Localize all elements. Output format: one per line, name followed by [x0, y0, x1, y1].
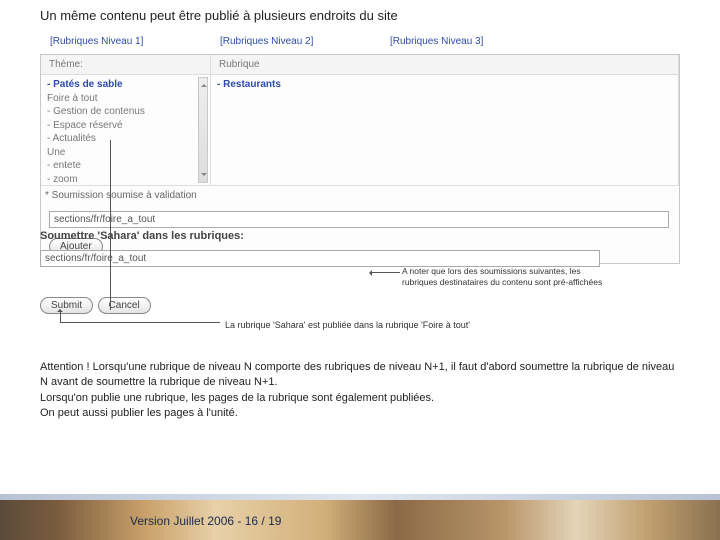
arrow-horizontal	[60, 322, 220, 323]
submit-button[interactable]: Submit	[40, 297, 93, 314]
listbox-level-2[interactable]: - Restaurants	[211, 75, 679, 185]
panel-header: Thème: Rubrique	[41, 55, 679, 75]
slide-title: Un même contenu peut être publié à plusi…	[0, 0, 720, 23]
list-item[interactable]: Une	[47, 146, 204, 160]
listbox-level-1[interactable]: - Patés de sable Foire à tout - Gestion …	[41, 75, 211, 185]
arrow-vertical	[110, 140, 111, 310]
col-header-3: [Rubriques Niveau 3]	[390, 36, 560, 47]
attention-line-3: On peut aussi publier les pages à l'unit…	[40, 406, 680, 421]
col-header-2: [Rubriques Niveau 2]	[220, 36, 390, 47]
lists-row: - Patés de sable Foire à tout - Gestion …	[41, 75, 679, 185]
scrollbar[interactable]	[198, 77, 208, 183]
list-item[interactable]: - Gestion de contenus	[47, 105, 204, 119]
footer-image	[0, 494, 720, 540]
list-item[interactable]: - Restaurants	[217, 78, 672, 92]
attention-block: Attention ! Lorsqu'une rubrique de nivea…	[40, 360, 680, 422]
arrow-up-tip	[60, 310, 61, 322]
version-label: Version Juillet 2006 - 16 / 19	[130, 514, 281, 528]
list-item[interactable]: Foire à tout	[47, 92, 204, 106]
column-headers: [Rubriques Niveau 1] [Rubriques Niveau 2…	[50, 36, 680, 47]
list-item[interactable]: - entete	[47, 159, 204, 173]
list-item[interactable]: - Actualités	[47, 132, 204, 146]
list-item[interactable]: - zoom	[47, 173, 204, 186]
attention-line-1: Attention ! Lorsqu'une rubrique de nivea…	[40, 360, 680, 391]
cancel-button[interactable]: Cancel	[98, 297, 151, 314]
path-input-row	[49, 209, 671, 228]
panel-header-theme: Thème:	[41, 55, 211, 74]
section-path-input[interactable]	[49, 211, 669, 228]
validation-note: * Soumission soumise à validation	[41, 185, 679, 203]
soumettre-path-input[interactable]	[40, 250, 600, 267]
attention-line-2: Lorsqu'on publie une rubrique, les pages…	[40, 391, 680, 406]
path2-row	[40, 248, 680, 267]
col-header-1: [Rubriques Niveau 1]	[50, 36, 220, 47]
list-item[interactable]: - Espace réservé	[47, 119, 204, 133]
panel-header-rubrique: Rubrique	[211, 55, 679, 74]
arrow-note-1	[370, 272, 400, 273]
note-publiee: La rubrique 'Sahara' est publiée dans la…	[225, 320, 645, 330]
note-pre-affichees: A noter que lors des soumissions suivant…	[402, 266, 682, 287]
list-item[interactable]: - Patés de sable	[47, 78, 204, 92]
soumettre-label: Soumettre 'Sahara' dans les rubriques:	[40, 230, 244, 242]
